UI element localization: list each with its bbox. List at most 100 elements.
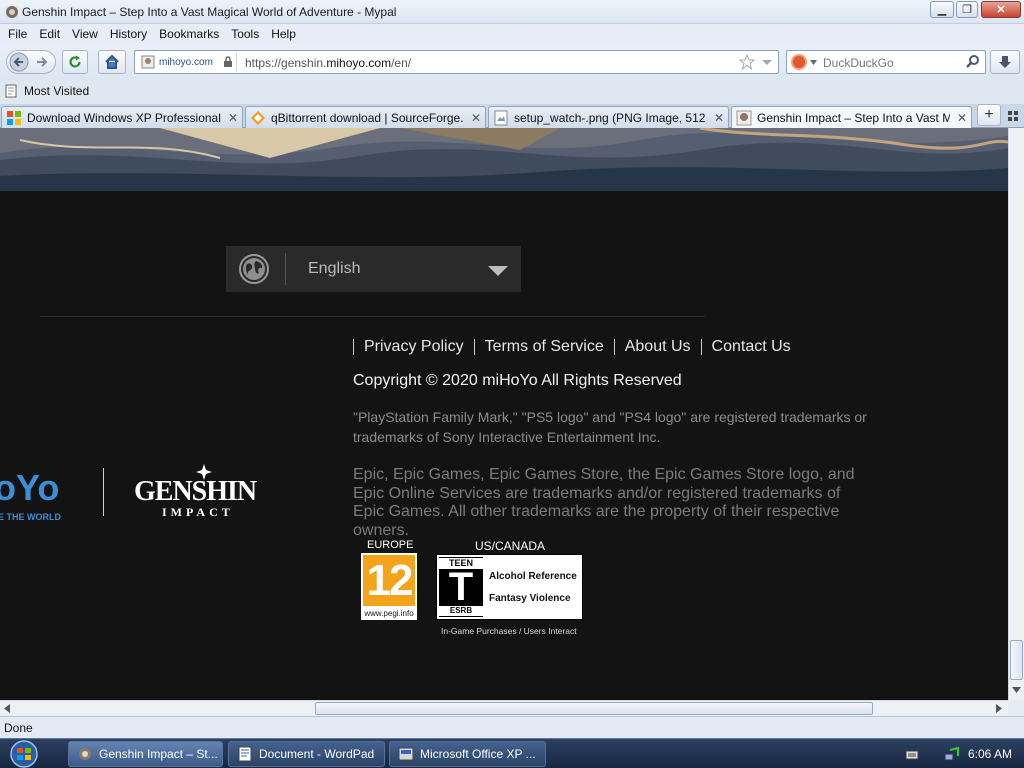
search-bar[interactable]: DuckDuckGo — [786, 50, 986, 74]
globe-icon — [239, 254, 269, 284]
us-canada-rating-label: US/CANADA — [475, 539, 546, 553]
hero-banner-bottom — [0, 128, 1008, 191]
taskbar-item-label: Document - WordPad — [259, 747, 375, 761]
download-icon — [999, 56, 1011, 68]
reload-button[interactable] — [62, 50, 88, 74]
windows-icon — [7, 110, 21, 125]
network-tray-icon[interactable] — [944, 746, 960, 762]
tab-close-icon[interactable]: ✕ — [955, 111, 969, 125]
search-input[interactable]: DuckDuckGo — [823, 56, 894, 70]
scroll-right-icon[interactable] — [996, 704, 1002, 713]
language-divider — [285, 253, 286, 285]
home-icon — [105, 54, 119, 69]
bookmark-most-visited[interactable]: Most Visited — [4, 84, 89, 98]
mypal-app-icon — [79, 748, 91, 760]
mihoyo-logo[interactable]: oYo E THE WORLD — [0, 464, 80, 524]
minimize-button[interactable]: ▁ — [930, 1, 954, 18]
tab-label: setup_watch-.png (PNG Image, 512 ×... — [514, 110, 707, 125]
tab-close-icon[interactable]: ✕ — [226, 111, 240, 125]
start-button[interactable] — [4, 740, 44, 768]
genshin-logo-text: GENSHIN — [134, 476, 257, 507]
scroll-down-icon[interactable] — [1012, 687, 1021, 693]
vertical-scrollbar[interactable] — [1008, 128, 1024, 700]
mihoyo-logo-subtext: E THE WORLD — [0, 512, 61, 522]
pegi-12-badge[interactable]: 12 www.pegi.info — [361, 553, 417, 620]
tab-label: qBittorrent download | SourceForge.... — [271, 110, 464, 125]
taskbar-item-wordpad[interactable]: Document - WordPad — [228, 741, 385, 767]
taskbar-item-label: Microsoft Office XP ... — [420, 747, 536, 761]
minimize-icon: ▁ — [937, 4, 947, 16]
vertical-scroll-thumb[interactable] — [1010, 640, 1023, 680]
menu-help[interactable]: Help — [267, 27, 304, 41]
menu-tools[interactable]: Tools — [227, 27, 267, 41]
downloads-button[interactable] — [990, 50, 1020, 74]
search-engine-dropdown-icon[interactable] — [810, 60, 817, 65]
home-button[interactable] — [98, 50, 126, 74]
maximize-icon: ❐ — [962, 4, 972, 16]
tab-qbittorrent[interactable]: qBittorrent download | SourceForge.... ✕ — [245, 106, 486, 128]
url-dropdown-icon[interactable] — [761, 59, 773, 67]
tab-windows-xp[interactable]: Download Windows XP Professional ... ✕ — [1, 106, 243, 128]
esrb-teen-badge[interactable]: TEEN T ESRB Alcohol Reference Fantasy Vi… — [436, 554, 583, 620]
site-identity-button[interactable]: mihoyo.com — [137, 53, 237, 71]
menu-edit[interactable]: Edit — [35, 27, 68, 41]
menu-bookmarks[interactable]: Bookmarks — [155, 27, 227, 41]
duckduckgo-icon[interactable] — [791, 54, 807, 70]
status-bar: Done — [0, 716, 1024, 738]
logo-separator — [103, 468, 104, 516]
maximize-button[interactable]: ❐ — [956, 1, 978, 18]
wordpad-icon — [238, 746, 252, 762]
scroll-left-icon[interactable] — [4, 704, 10, 713]
window-title: Genshin Impact – Step Into a Vast Magica… — [22, 5, 397, 19]
system-clock: 6:06 AM — [968, 747, 1013, 761]
language-selector[interactable]: English — [226, 246, 521, 292]
genshin-impact-logo[interactable]: GENSHIN IMPACT — [132, 464, 277, 522]
status-text: Done — [4, 721, 33, 735]
tab-setup-watch-png[interactable]: setup_watch-.png (PNG Image, 512 ×... ✕ — [488, 106, 729, 128]
epic-trademark-text: Epic, Epic Games, Epic Games Store, the … — [353, 466, 855, 538]
scrollbar-corner — [1008, 700, 1024, 716]
url-text: https://genshin.mihoyo.com/en/ — [245, 56, 411, 70]
impact-logo-text: IMPACT — [162, 505, 234, 519]
new-tab-button[interactable]: + — [977, 104, 1001, 126]
tab-label: Genshin Impact – Step Into a Vast M... — [757, 110, 950, 125]
tab-label: Download Windows XP Professional ... — [27, 110, 221, 125]
installer-icon — [398, 747, 414, 761]
site-favicon-icon — [141, 55, 155, 69]
most-visited-icon — [5, 84, 17, 98]
bookmark-star-icon[interactable] — [739, 54, 755, 70]
copyright-text: Copyright © 2020 miHoYo All Rights Reser… — [353, 372, 682, 389]
language-value: English — [308, 260, 361, 277]
tab-close-icon[interactable]: ✕ — [712, 111, 726, 125]
address-bar[interactable]: mihoyo.com https://genshin.mihoyo.com/en… — [134, 50, 779, 74]
contact-us-link[interactable]: Contact Us — [700, 339, 801, 355]
terms-of-service-link[interactable]: Terms of Service — [473, 339, 614, 355]
close-icon: ✕ — [996, 4, 1006, 16]
taskbar-item-genshin[interactable]: Genshin Impact – St... — [68, 741, 223, 767]
tab-close-icon[interactable]: ✕ — [469, 111, 483, 125]
tab-list-icon[interactable] — [1007, 110, 1019, 122]
bookmark-label: Most Visited — [24, 84, 90, 98]
esrb-interactive-elements: In-Game Purchases / Users Interact — [441, 626, 577, 636]
menu-view[interactable]: View — [68, 27, 106, 41]
about-us-link[interactable]: About Us — [613, 339, 701, 355]
tab-genshin-impact[interactable]: Genshin Impact – Step Into a Vast M... ✕ — [731, 106, 972, 128]
horizontal-scrollbar[interactable] — [0, 700, 1008, 716]
menu-file[interactable]: File — [4, 27, 35, 41]
url-domain: mihoyo.com — [326, 56, 392, 70]
footer-divider — [40, 316, 705, 317]
close-button[interactable]: ✕ — [981, 1, 1021, 18]
back-forward-button[interactable] — [6, 50, 56, 74]
chevron-down-icon — [488, 266, 508, 276]
horizontal-scroll-thumb[interactable] — [315, 702, 873, 715]
menu-history[interactable]: History — [106, 27, 155, 41]
window-titlebar[interactable]: Genshin Impact – Step Into a Vast Magica… — [0, 0, 1024, 24]
search-icon[interactable] — [965, 54, 981, 70]
taskbar-item-office-xp[interactable]: Microsoft Office XP ... — [389, 741, 546, 767]
menu-bar: File Edit View History Bookmarks Tools H… — [0, 24, 1024, 44]
privacy-policy-link[interactable]: Privacy Policy — [353, 339, 474, 355]
mihoyo-logo-text: oYo — [0, 467, 59, 508]
keyboard-tray-icon[interactable] — [906, 748, 918, 760]
page-content: English Privacy Policy Terms of Service … — [0, 128, 1008, 700]
site-identity-label: mihoyo.com — [159, 56, 213, 68]
